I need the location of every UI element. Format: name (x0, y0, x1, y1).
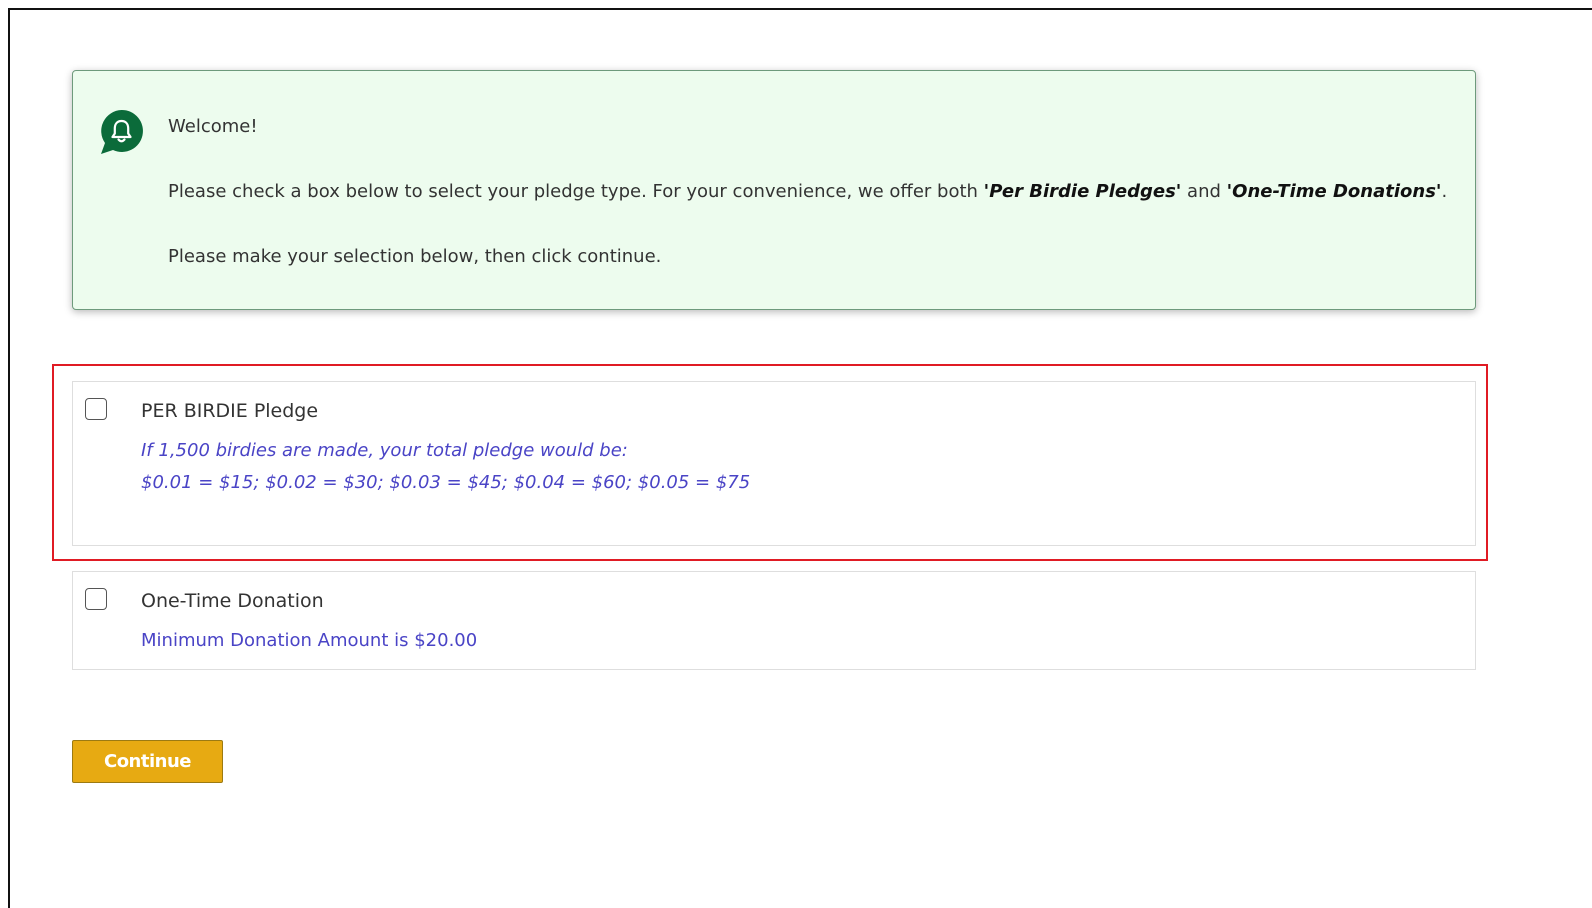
one-time-donation-title: One-Time Donation (141, 590, 324, 612)
minimum-donation-text: Minimum Donation Amount is $20.00 (141, 630, 478, 651)
per-birdie-checkbox[interactable] (85, 398, 107, 420)
bell-chat-icon (101, 109, 143, 154)
per-birdie-description: If 1,500 birdies are made, your total pl… (141, 440, 628, 461)
per-birdie-pledges-text: Per Birdie Pledges' (989, 181, 1182, 202)
welcome-message-box: Welcome! Please check a box below to sel… (72, 70, 1476, 310)
one-time-donations-text: One-Time Donations' (1232, 181, 1442, 202)
pledge-type-instruction: Please check a box below to select your … (168, 181, 1447, 202)
per-birdie-option[interactable]: PER BIRDIE Pledge If 1,500 birdies are m… (72, 381, 1476, 546)
and-text: and (1181, 181, 1227, 202)
per-birdie-pledge-examples: $0.01 = $15; $0.02 = $30; $0.03 = $45; $… (141, 472, 751, 493)
one-time-donation-checkbox[interactable] (85, 588, 107, 610)
selection-hint: Please make your selection below, then c… (168, 246, 662, 267)
instruction-prefix: Please check a box below to select your … (168, 181, 984, 202)
one-time-donation-option[interactable]: One-Time Donation Minimum Donation Amoun… (72, 571, 1476, 670)
per-birdie-title: PER BIRDIE Pledge (141, 400, 319, 422)
continue-button[interactable]: Continue (72, 740, 223, 783)
welcome-greeting: Welcome! (168, 116, 258, 137)
instruction-suffix: . (1441, 181, 1448, 202)
